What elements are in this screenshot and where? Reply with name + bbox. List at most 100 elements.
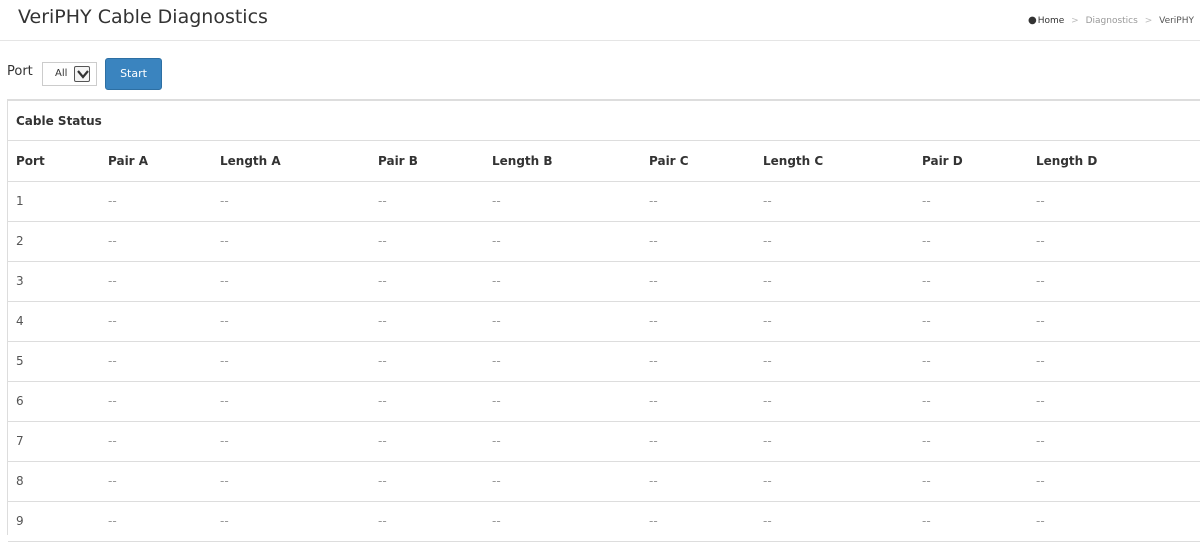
table-row: 8 -- -- -- -- -- -- -- -- bbox=[8, 461, 1200, 502]
column-header-port: Port bbox=[8, 141, 100, 182]
toolbar: Port All Start bbox=[7, 58, 407, 90]
table-cell: -- bbox=[212, 421, 370, 462]
column-header-length-b: Length B bbox=[484, 141, 641, 182]
table-cell: -- bbox=[484, 501, 641, 542]
table-cell: -- bbox=[641, 461, 755, 502]
port-cell: 4 bbox=[8, 301, 100, 342]
table-row: 2 -- -- -- -- -- -- -- -- bbox=[8, 221, 1200, 262]
table-cell: -- bbox=[484, 181, 641, 222]
table-cell: -- bbox=[755, 261, 914, 302]
table-cell: -- bbox=[641, 181, 755, 222]
table-cell: -- bbox=[1028, 301, 1200, 342]
breadcrumb-home[interactable]: Home bbox=[1038, 16, 1065, 26]
table-cell: -- bbox=[755, 461, 914, 502]
breadcrumb: ●Home > Diagnostics > VeriPHY bbox=[1028, 15, 1194, 26]
table-cell: -- bbox=[755, 221, 914, 262]
table-cell: -- bbox=[100, 261, 212, 302]
table-row: 6 -- -- -- -- -- -- -- -- bbox=[8, 381, 1200, 422]
table-cell: -- bbox=[370, 261, 484, 302]
table-row: 4 -- -- -- -- -- -- -- -- bbox=[8, 301, 1200, 342]
table-cell: -- bbox=[1028, 501, 1200, 542]
table-cell: -- bbox=[484, 421, 641, 462]
breadcrumb-current: VeriPHY bbox=[1159, 16, 1194, 26]
table-cell: -- bbox=[914, 461, 1028, 502]
panel-heading: Cable Status bbox=[8, 101, 1200, 141]
column-header-length-c: Length C bbox=[755, 141, 914, 182]
table-cell: -- bbox=[212, 501, 370, 542]
table-cell: -- bbox=[914, 221, 1028, 262]
table-cell: -- bbox=[914, 301, 1028, 342]
port-cell: 6 bbox=[8, 381, 100, 422]
column-header-pair-c: Pair C bbox=[641, 141, 755, 182]
table-cell: -- bbox=[1028, 461, 1200, 502]
table-cell: -- bbox=[212, 221, 370, 262]
table-cell: -- bbox=[914, 341, 1028, 382]
port-label: Port bbox=[7, 64, 33, 79]
cable-status-table: Port Pair A Length A Pair B Length B Pair C Le… bbox=[8, 141, 1200, 542]
table-cell: -- bbox=[1028, 381, 1200, 422]
table-header-row: Port Pair A Length A Pair B Length B Pair C Le… bbox=[8, 141, 1200, 182]
table-cell: -- bbox=[641, 421, 755, 462]
table-cell: -- bbox=[914, 381, 1028, 422]
table-cell: -- bbox=[914, 181, 1028, 222]
table-row: 7 -- -- -- -- -- -- -- -- bbox=[8, 421, 1200, 462]
table-row: 5 -- -- -- -- -- -- -- -- bbox=[8, 341, 1200, 382]
table-cell: -- bbox=[641, 301, 755, 342]
table-cell: -- bbox=[484, 261, 641, 302]
table-cell: -- bbox=[484, 341, 641, 382]
table-cell: -- bbox=[370, 221, 484, 262]
table-cell: -- bbox=[100, 501, 212, 542]
port-select-value: All bbox=[55, 68, 68, 79]
column-header-pair-b: Pair B bbox=[370, 141, 484, 182]
port-cell: 9 bbox=[8, 501, 100, 542]
table-cell: -- bbox=[1028, 181, 1200, 222]
table-cell: -- bbox=[755, 341, 914, 382]
table-cell: -- bbox=[212, 261, 370, 302]
table-cell: -- bbox=[755, 301, 914, 342]
table-cell: -- bbox=[212, 301, 370, 342]
table-cell: -- bbox=[755, 501, 914, 542]
table-row: 1 -- -- -- -- -- -- -- -- bbox=[8, 181, 1200, 222]
breadcrumb-separator: > bbox=[1144, 16, 1153, 26]
table-cell: -- bbox=[914, 421, 1028, 462]
breadcrumb-separator: > bbox=[1071, 16, 1079, 26]
table-cell: -- bbox=[641, 221, 755, 262]
table-cell: -- bbox=[641, 501, 755, 542]
table-cell: -- bbox=[641, 261, 755, 302]
table-row: 3 -- -- -- -- -- -- -- -- bbox=[8, 261, 1200, 302]
start-button[interactable]: Start bbox=[105, 58, 162, 90]
table-cell: -- bbox=[370, 181, 484, 222]
table-cell: -- bbox=[370, 381, 484, 422]
table-cell: -- bbox=[755, 181, 914, 222]
table-cell: -- bbox=[755, 421, 914, 462]
port-select[interactable]: All bbox=[42, 62, 97, 86]
table-cell: -- bbox=[100, 301, 212, 342]
table-cell: -- bbox=[100, 421, 212, 462]
table-row: 9 -- -- -- -- -- -- -- -- bbox=[8, 501, 1200, 542]
table-cell: -- bbox=[212, 381, 370, 422]
table-cell: -- bbox=[212, 181, 370, 222]
table-cell: -- bbox=[100, 181, 212, 222]
table-cell: -- bbox=[914, 501, 1028, 542]
table-cell: -- bbox=[370, 501, 484, 542]
table-cell: -- bbox=[755, 381, 914, 422]
page-header: VeriPHY Cable Diagnostics ●Home > Diagno… bbox=[0, 0, 1200, 41]
table-cell: -- bbox=[370, 341, 484, 382]
port-cell: 2 bbox=[8, 221, 100, 262]
table-cell: -- bbox=[1028, 261, 1200, 302]
port-cell: 8 bbox=[8, 461, 100, 502]
table-cell: -- bbox=[914, 261, 1028, 302]
home-icon[interactable]: ● bbox=[1028, 15, 1037, 26]
column-header-length-d: Length D bbox=[1028, 141, 1200, 182]
table-cell: -- bbox=[100, 461, 212, 502]
breadcrumb-diagnostics[interactable]: Diagnostics bbox=[1086, 16, 1138, 26]
table-cell: -- bbox=[370, 461, 484, 502]
table-cell: -- bbox=[484, 301, 641, 342]
port-cell: 1 bbox=[8, 181, 100, 222]
table-cell: -- bbox=[370, 301, 484, 342]
table-cell: -- bbox=[641, 381, 755, 422]
table-cell: -- bbox=[484, 381, 641, 422]
chevron-down-icon[interactable] bbox=[74, 66, 90, 82]
table-cell: -- bbox=[212, 341, 370, 382]
table-cell: -- bbox=[1028, 421, 1200, 462]
